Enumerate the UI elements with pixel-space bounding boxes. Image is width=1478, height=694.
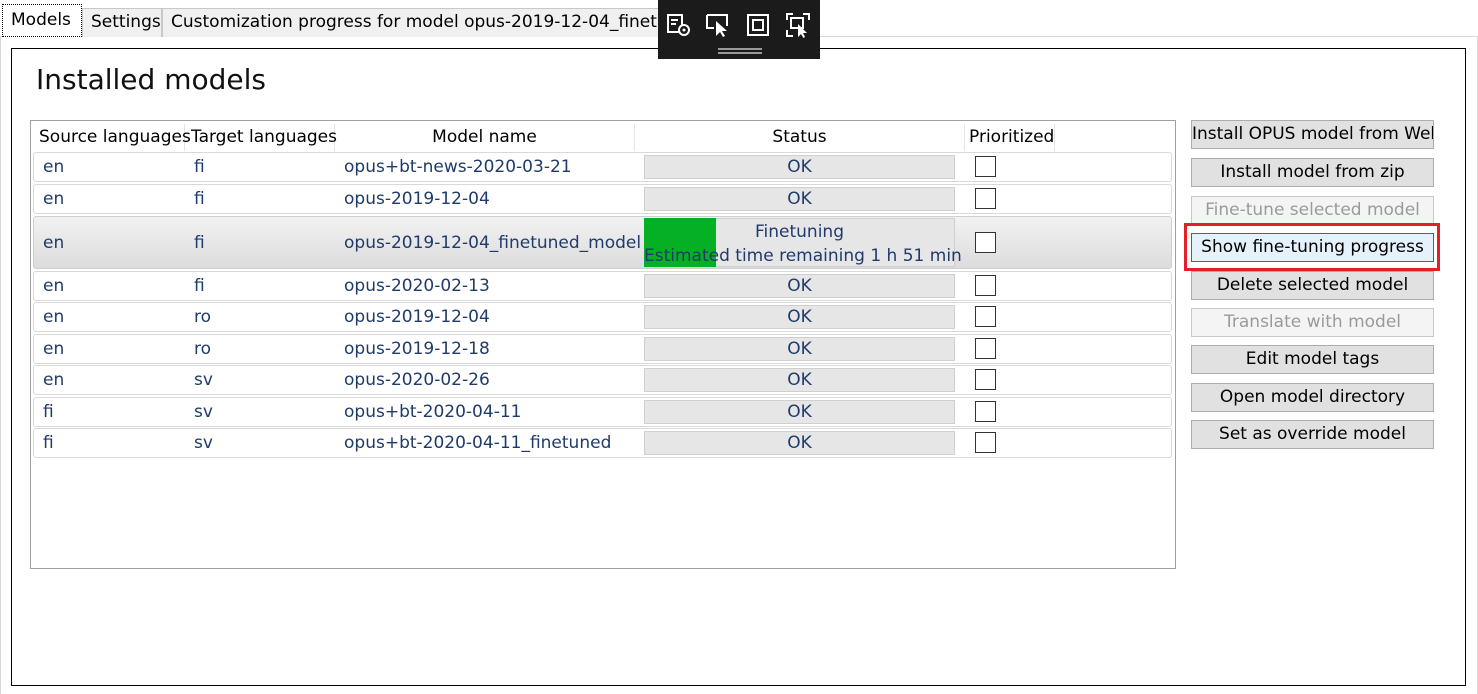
source-language-cell: fi [43, 402, 54, 422]
status-cell: OK [644, 400, 955, 424]
frame-icon[interactable] [745, 12, 771, 38]
source-language-cell: en [43, 232, 65, 253]
status-detail-text: Estimated time remaining 1 h 51 min [644, 246, 962, 266]
column-header-source[interactable]: Source languages [34, 124, 191, 151]
translate-with-model-button[interactable]: Translate with model [1191, 308, 1434, 337]
status-cell: OK [644, 187, 955, 211]
source-language-cell: fi [43, 433, 54, 453]
column-header-model-name[interactable]: Model name [335, 124, 635, 151]
model-name-cell: opus-2019-12-04_finetuned_model [344, 232, 642, 253]
tab-models[interactable]: Models [2, 4, 82, 37]
target-language-cell: ro [194, 339, 212, 359]
toolbar-grip[interactable] [718, 48, 762, 50]
tab-models-label: Models [11, 10, 71, 30]
target-language-cell: fi [194, 189, 205, 209]
target-language-cell: fi [194, 157, 205, 177]
tab-settings[interactable]: Settings [82, 8, 162, 37]
source-language-cell: en [43, 307, 65, 327]
delete-selected-model-button[interactable]: Delete selected model [1191, 271, 1434, 300]
edit-model-tags-button[interactable]: Edit model tags [1191, 345, 1434, 374]
source-language-cell: en [43, 276, 65, 296]
prioritized-checkbox[interactable] [975, 369, 996, 390]
model-name-cell: opus-2020-02-13 [344, 276, 490, 296]
prioritized-checkbox[interactable] [975, 275, 996, 296]
element-picker-icon[interactable] [666, 12, 692, 38]
status-cell: OK [644, 337, 955, 361]
target-language-cell: ro [194, 307, 212, 327]
toolbar-grip-lower[interactable] [718, 52, 762, 54]
debug-toolbar [658, 0, 820, 59]
highlight-box [1184, 223, 1440, 271]
install-opus-from-web-button[interactable]: Install OPUS model from Web [1191, 120, 1434, 149]
column-header-status[interactable]: Status [635, 124, 965, 151]
source-language-cell: en [43, 370, 65, 390]
status-cell: OK [644, 431, 955, 455]
open-model-directory-button[interactable]: Open model directory [1191, 383, 1434, 412]
target-language-cell: sv [194, 433, 213, 453]
target-language-cell: fi [194, 276, 205, 296]
tab-settings-label: Settings [91, 12, 161, 32]
model-name-cell: opus+bt-news-2020-03-21 [344, 157, 572, 177]
prioritized-checkbox[interactable] [975, 401, 996, 422]
model-name-cell: opus+bt-2020-04-11_finetuned [344, 433, 612, 453]
tab-customization-label: Customization progress for model opus-20… [171, 12, 661, 32]
prioritized-checkbox[interactable] [975, 231, 996, 253]
status-cell: OK [644, 368, 955, 392]
model-name-cell: opus-2020-02-26 [344, 370, 490, 390]
source-language-cell: en [43, 157, 65, 177]
model-name-cell: opus+bt-2020-04-11 [344, 402, 522, 422]
status-cell: OK [644, 274, 955, 298]
model-name-cell: opus-2019-12-04 [344, 307, 490, 327]
select-element-icon[interactable] [705, 12, 731, 38]
target-language-cell: fi [194, 232, 205, 253]
set-as-override-model-button[interactable]: Set as override model [1191, 420, 1434, 449]
source-language-cell: en [43, 339, 65, 359]
fine-tune-selected-model-button[interactable]: Fine-tune selected model [1191, 196, 1434, 225]
prioritized-checkbox[interactable] [975, 188, 996, 209]
install-from-zip-button[interactable]: Install model from zip [1191, 158, 1434, 187]
status-text: Finetuning [754, 222, 844, 242]
prioritized-checkbox[interactable] [975, 432, 996, 453]
model-name-cell: opus-2019-12-18 [344, 339, 490, 359]
page-title: Installed models [36, 63, 266, 96]
prioritized-checkbox[interactable] [975, 306, 996, 327]
prioritized-checkbox[interactable] [975, 338, 996, 359]
prioritized-checkbox[interactable] [975, 156, 996, 177]
status-cell: OK [644, 155, 955, 179]
target-language-cell: sv [194, 370, 213, 390]
tab-customization-progress[interactable]: Customization progress for model opus-20… [162, 8, 662, 37]
source-language-cell: en [43, 189, 65, 209]
column-header-prioritized[interactable]: Prioritized [965, 124, 1055, 151]
model-name-cell: opus-2019-12-04 [344, 189, 490, 209]
status-cell: OK [644, 305, 955, 329]
column-header-target[interactable]: Target languages [185, 124, 337, 151]
target-language-cell: sv [194, 402, 213, 422]
track-focus-icon[interactable] [785, 12, 811, 38]
